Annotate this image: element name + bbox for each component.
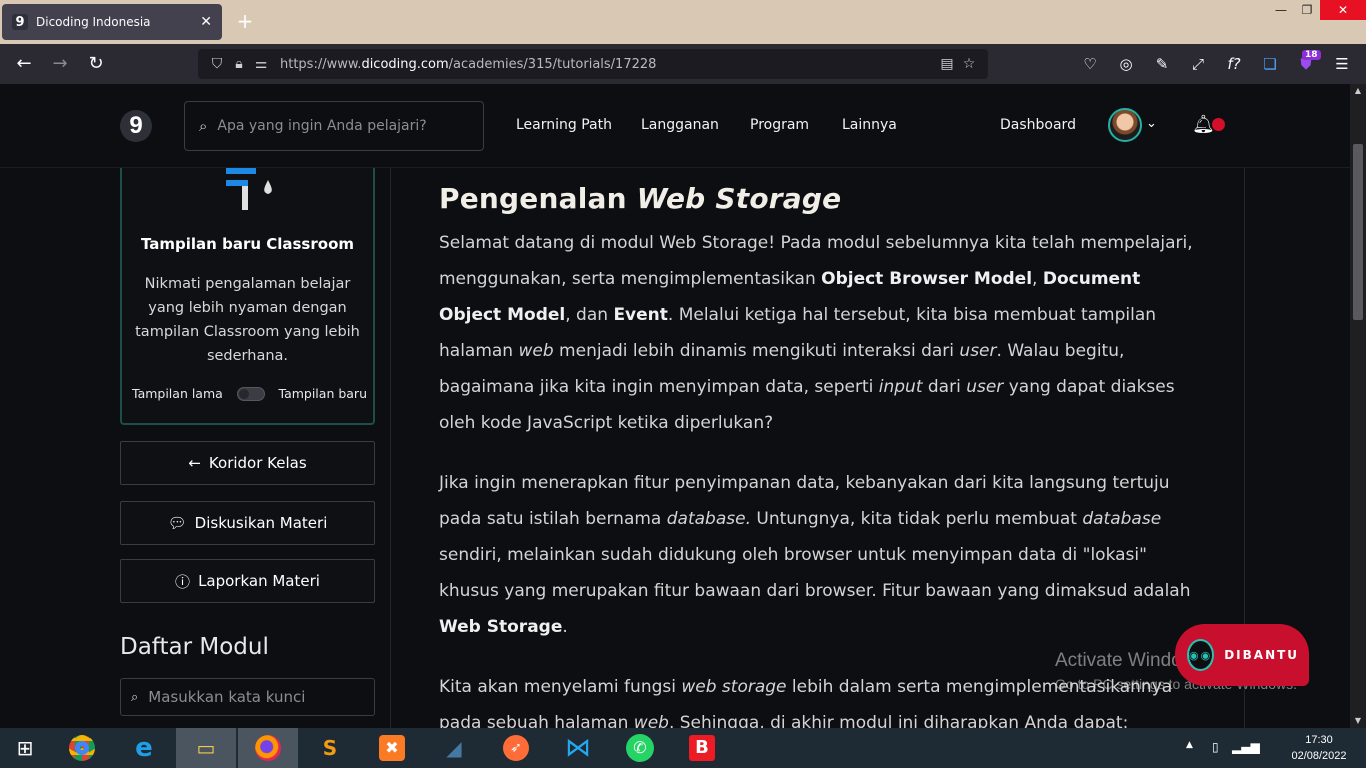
pocket-icon[interactable]: ♡	[1078, 53, 1102, 75]
firefox-icon[interactable]	[238, 728, 298, 768]
article-paragraph-1: Selamat datang di modul Web Storage! Pad…	[439, 233, 1193, 433]
dicoding-favicon-icon: 9	[12, 14, 28, 30]
site-search-box[interactable]: ⌕	[184, 101, 484, 151]
tray-expand-icon[interactable]: ▲	[1186, 740, 1193, 750]
notification-dot	[1212, 118, 1225, 131]
reload-button[interactable]: ↻	[84, 52, 108, 76]
lock-icon[interactable]: 🔒︎	[228, 56, 250, 72]
view-switch[interactable]	[236, 386, 265, 401]
address-bar[interactable]: ⛉ 🔒︎ ⚌ https://www.dicoding.com/academie…	[198, 49, 988, 79]
chevron-down-icon[interactable]: ⌄	[1146, 116, 1157, 131]
nav-learning-path[interactable]: Learning Path	[516, 117, 612, 133]
browser-tab[interactable]: 9 Dicoding Indonesia ✕	[2, 4, 222, 40]
page-viewport: 9 ⌕ Learning Path Langganan Program Lain…	[0, 84, 1350, 728]
search-icon: ⌕	[131, 689, 139, 705]
vscode-icon[interactable]: ⋈	[548, 728, 608, 768]
modul-search-input[interactable]	[148, 688, 349, 706]
minimize-window-button[interactable]: —	[1270, 0, 1292, 20]
modul-search-box[interactable]: ⌕	[120, 678, 375, 716]
extension-badge: 18	[1302, 50, 1321, 60]
dicoding-logo[interactable]: 9	[120, 110, 152, 142]
windows-start-icon[interactable]: ⊞	[0, 728, 50, 768]
battery-icon[interactable]: ▯	[1212, 740, 1219, 754]
volume-icon[interactable]: 🔈︎	[1256, 740, 1263, 755]
article-paragraph-2: Jika ingin menerapkan fitur penyimpanan …	[439, 473, 1191, 637]
arrow-left-icon: ←	[188, 454, 201, 472]
system-clock[interactable]: 17:30 02/08/2022	[1284, 732, 1354, 764]
tracking-protection-shield-icon[interactable]: ⛉	[206, 56, 228, 72]
card-description: Nikmati pengalaman belajar yang lebih ny…	[135, 276, 360, 364]
url-text[interactable]: https://www.dicoding.com/academies/315/t…	[280, 57, 936, 72]
koridor-kelas-button[interactable]: ← Koridor Kelas	[120, 441, 375, 485]
laporkan-materi-button[interactable]: ⓘ Laporkan Materi	[120, 559, 375, 603]
file-explorer-icon[interactable]: ▭	[176, 728, 236, 768]
postman-icon[interactable]: ➶	[486, 728, 546, 768]
mysql-workbench-icon[interactable]: ◢	[424, 728, 484, 768]
article-title: Pengenalan Web Storage	[439, 182, 842, 215]
koridor-kelas-label: Koridor Kelas	[208, 454, 307, 472]
daftar-modul-heading: Daftar Modul	[120, 634, 269, 660]
diskusikan-materi-button[interactable]: 💬︎ Diskusikan Materi	[120, 501, 375, 545]
diskusikan-materi-label: Diskusikan Materi	[194, 514, 328, 532]
card-title: Tampilan baru Classroom	[140, 235, 355, 253]
bookmark-star-icon[interactable]: ☆	[958, 56, 980, 72]
back-button[interactable]: ←	[12, 52, 36, 76]
avatar[interactable]	[1108, 108, 1142, 142]
classroom-promo-card: Tampilan baru Classroom Nikmati pengalam…	[120, 168, 375, 425]
chat-bubble-icon: 💬︎	[167, 514, 187, 532]
site-header: 9 ⌕ Learning Path Langganan Program Lain…	[0, 84, 1350, 168]
tab-title: Dicoding Indonesia	[36, 15, 151, 29]
extension-resize-icon[interactable]: ⤢	[1186, 53, 1210, 75]
classroom-faucet-icon	[226, 168, 272, 210]
robot-icon: ◉◉	[1187, 639, 1215, 671]
classroom-view-toggle: Tampilan lama Tampilan baru	[132, 386, 367, 401]
scroll-down-arrow-icon[interactable]: ▼	[1350, 714, 1366, 728]
laporkan-materi-label: Laporkan Materi	[198, 572, 320, 590]
sublime-text-icon[interactable]: S	[300, 728, 360, 768]
clock-date: 02/08/2022	[1291, 750, 1347, 762]
dibantu-label: DIBANTU	[1224, 648, 1300, 662]
scrollbar-thumb[interactable]	[1353, 144, 1363, 320]
maximize-window-button[interactable]: ❐	[1296, 0, 1318, 20]
extension-pen-icon[interactable]: ✎	[1150, 53, 1174, 75]
nav-langganan[interactable]: Langganan	[641, 117, 719, 133]
info-circle-icon: ⓘ	[175, 572, 191, 591]
nav-program[interactable]: Program	[750, 117, 809, 133]
windows-taskbar: ⊞ e ▭ S ✖ ◢ ➶ ⋈ ✆ B ▲ ▯ ▂▄▆ 🔈︎ 17:30 02/…	[0, 728, 1366, 768]
browser-tab-bar: 9 Dicoding Indonesia ✕ + — ❐ ✕	[0, 0, 1366, 44]
chrome-icon[interactable]	[52, 728, 112, 768]
extension-copy-icon[interactable]: ❏	[1258, 53, 1282, 75]
reader-view-icon[interactable]: ▤	[936, 56, 958, 72]
xampp-icon[interactable]: ✖	[362, 728, 422, 768]
scroll-up-arrow-icon[interactable]: ▲	[1350, 84, 1366, 98]
dibantu-chat-button[interactable]: ◉◉ DIBANTU	[1175, 624, 1309, 686]
search-icon: ⌕	[199, 117, 208, 135]
toggle-label-old: Tampilan lama	[132, 386, 223, 401]
page-scrollbar[interactable]: ▲ ▼	[1350, 84, 1366, 728]
permissions-icon[interactable]: ⚌	[250, 56, 272, 72]
nav-lainnya[interactable]: Lainnya	[842, 117, 897, 133]
close-tab-icon[interactable]: ✕	[200, 14, 212, 30]
forward-button[interactable]: →	[48, 52, 72, 76]
browser-nav-bar: ← → ↻ ⛉ 🔒︎ ⚌ https://www.dicoding.com/ac…	[0, 44, 1366, 84]
extension-function-icon[interactable]: f?	[1222, 53, 1246, 75]
article-content: Pengenalan Web Storage Selamat datang di…	[439, 182, 1199, 728]
extension-glasses-icon[interactable]: ◎	[1114, 53, 1138, 75]
toggle-label-new: Tampilan baru	[278, 386, 368, 401]
nav-dashboard[interactable]: Dashboard	[1000, 117, 1076, 133]
menu-hamburger-icon[interactable]: ☰	[1330, 53, 1354, 75]
whatsapp-icon[interactable]: ✆	[610, 728, 670, 768]
content-divider-left	[390, 168, 391, 728]
close-window-button[interactable]: ✕	[1320, 0, 1366, 20]
internet-explorer-icon[interactable]: e	[114, 728, 174, 768]
site-search-input[interactable]	[217, 118, 438, 134]
new-tab-button[interactable]: +	[233, 10, 257, 34]
clock-time: 17:30	[1305, 734, 1333, 746]
bitdefender-icon[interactable]: B	[672, 728, 732, 768]
